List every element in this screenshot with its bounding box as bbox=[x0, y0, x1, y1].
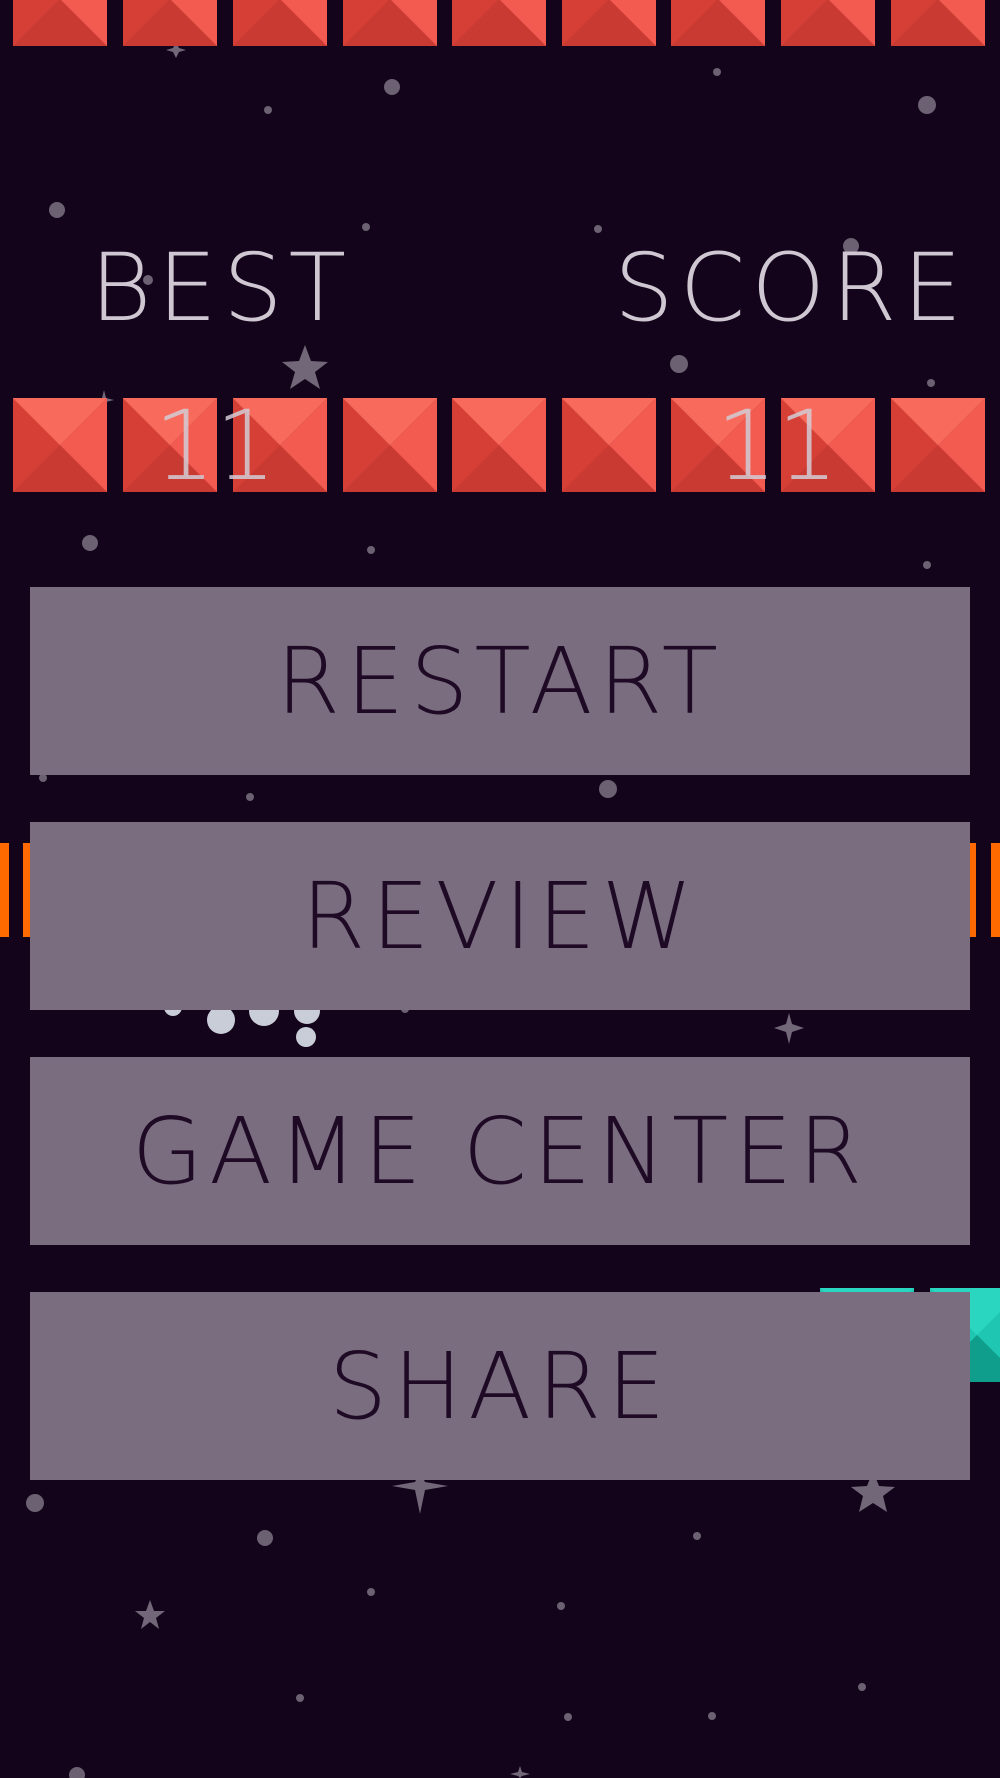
star-dot bbox=[39, 774, 47, 782]
red-block bbox=[13, 398, 107, 492]
restart-button[interactable]: RESTART bbox=[30, 587, 970, 775]
best-value: 11 bbox=[154, 390, 277, 502]
red-block bbox=[891, 0, 985, 46]
red-block bbox=[343, 398, 437, 492]
star-dot bbox=[918, 96, 936, 114]
red-block bbox=[13, 0, 107, 46]
review-button[interactable]: REVIEW bbox=[30, 822, 970, 1010]
red-block bbox=[123, 0, 217, 46]
star-dot bbox=[557, 1602, 565, 1610]
star-icon bbox=[282, 345, 328, 389]
orange-barrier bbox=[991, 843, 1000, 937]
star-dot bbox=[257, 1530, 273, 1546]
star-dot bbox=[858, 1683, 866, 1691]
star-dot bbox=[564, 1713, 572, 1721]
star-dot bbox=[713, 68, 721, 76]
score-label: SCORE bbox=[614, 234, 968, 343]
red-block bbox=[781, 0, 875, 46]
star-dot bbox=[594, 225, 602, 233]
score-value: 11 bbox=[716, 390, 839, 502]
orange-barrier bbox=[0, 843, 9, 937]
sparkle-icon bbox=[774, 1013, 804, 1044]
star-dot bbox=[708, 1712, 716, 1720]
red-block bbox=[562, 398, 656, 492]
star-dot bbox=[362, 223, 370, 231]
game-center-button[interactable]: GAME CENTER bbox=[30, 1057, 970, 1245]
star-dot bbox=[82, 535, 98, 551]
star-dot bbox=[599, 780, 617, 798]
red-block bbox=[562, 0, 656, 46]
red-block bbox=[452, 0, 546, 46]
red-block bbox=[343, 0, 437, 46]
star-dot bbox=[69, 1767, 85, 1778]
red-block bbox=[671, 0, 765, 46]
star-dot bbox=[367, 1588, 375, 1596]
star-dot bbox=[927, 379, 935, 387]
red-block bbox=[452, 398, 546, 492]
star-dot bbox=[384, 79, 400, 95]
star-dot bbox=[49, 202, 65, 218]
star-dot bbox=[264, 106, 272, 114]
best-label: BEST bbox=[90, 234, 353, 343]
sparkle-icon bbox=[510, 1766, 530, 1778]
star-dot bbox=[26, 1494, 44, 1512]
star-dot bbox=[670, 355, 688, 373]
share-button[interactable]: SHARE bbox=[30, 1292, 970, 1480]
red-block bbox=[233, 0, 327, 46]
star-dot bbox=[296, 1694, 304, 1702]
star-dot bbox=[923, 561, 931, 569]
star-icon bbox=[135, 1600, 165, 1629]
red-block bbox=[891, 398, 985, 492]
star-dot bbox=[693, 1532, 701, 1540]
star-dot bbox=[367, 546, 375, 554]
star-dot bbox=[246, 793, 254, 801]
